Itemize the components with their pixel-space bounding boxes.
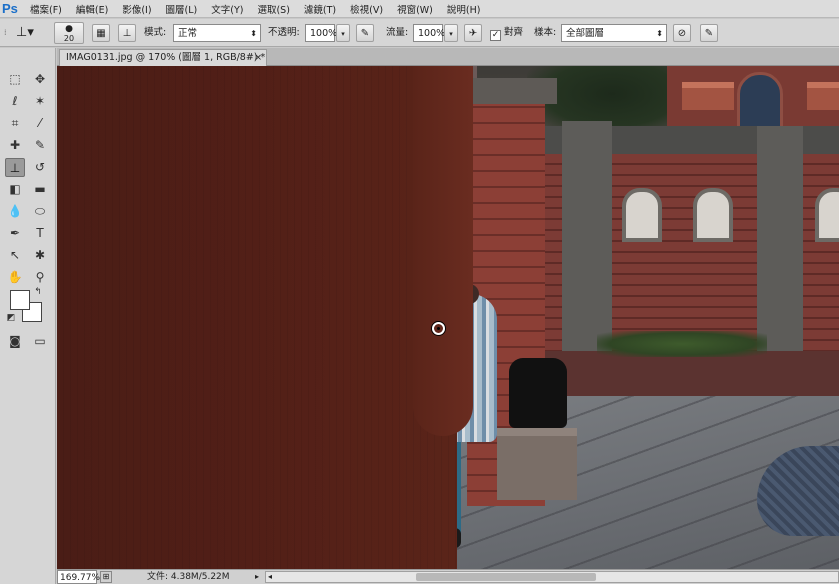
foreground-color-swatch[interactable] bbox=[10, 290, 30, 310]
flow-slider-arrow-icon[interactable]: ▾ bbox=[444, 24, 458, 42]
photo-bag bbox=[509, 358, 567, 428]
aligned-check-icon[interactable]: ✓ bbox=[490, 30, 501, 41]
menu-type[interactable]: 文字(Y) bbox=[211, 2, 243, 16]
dropdown-arrow-icon: ⬍ bbox=[250, 29, 257, 38]
photo-gate-pillar-cap bbox=[471, 78, 557, 104]
status-menu-arrow-icon[interactable]: ▸ bbox=[255, 570, 259, 584]
magic-wand-tool-icon[interactable]: ✶ bbox=[30, 92, 50, 111]
aligned-label: 對齊 bbox=[504, 27, 524, 38]
brush-size-value: 20 bbox=[63, 34, 75, 43]
clone-stamped-texture bbox=[57, 66, 457, 569]
tools-panel: ⬚ ✥ ℓ ✶ ⌗ ⁄ ✚ ✎ ⊥ ↺ ◧ ▬ 💧 ⬭ ✒ T ↖ ✱ ✋ ⚲ … bbox=[0, 48, 56, 584]
scrollbar-thumb[interactable] bbox=[416, 573, 596, 581]
healing-brush-tool-icon[interactable]: ✚ bbox=[5, 136, 25, 155]
document-tab-bar: IMAG0131.jpg @ 170% (圖層 1, RGB/8#) * × bbox=[57, 48, 839, 66]
default-colors-icon[interactable]: ◩ bbox=[5, 312, 17, 324]
photo-planter bbox=[497, 428, 577, 500]
shape-tool-icon[interactable]: ✱ bbox=[30, 246, 50, 265]
menu-bar: Ps 檔案(F) 編輯(E) 影像(I) 圖層(L) 文字(Y) 選取(S) 濾… bbox=[0, 0, 839, 18]
clone-brush-cursor-icon bbox=[432, 322, 445, 335]
mode-dropdown[interactable]: 正常 ⬍ bbox=[173, 24, 261, 42]
flow-label: 流量: bbox=[386, 27, 409, 38]
photo-building-window bbox=[737, 72, 783, 130]
sample-label: 樣本: bbox=[534, 27, 557, 38]
menu-edit[interactable]: 編輯(E) bbox=[76, 2, 108, 16]
screen-mode-icon[interactable]: ▭ bbox=[30, 332, 50, 351]
hand-tool-icon[interactable]: ✋ bbox=[5, 268, 25, 287]
brush-panel-toggle-icon[interactable]: ▦ bbox=[92, 24, 110, 42]
clone-stamped-edge bbox=[413, 66, 473, 436]
gradient-tool-icon[interactable]: ▬ bbox=[30, 180, 50, 199]
status-bar: 169.77% ⊞ 文件: 4.38M/5.22M ▸ ◂ bbox=[57, 569, 839, 584]
crop-tool-icon[interactable]: ⌗ bbox=[5, 114, 25, 133]
blur-tool-icon[interactable]: 💧 bbox=[5, 202, 25, 221]
clone-stamp-tool-icon[interactable]: ⊥ bbox=[5, 158, 25, 177]
mode-label: 模式: bbox=[144, 27, 167, 38]
menu-view[interactable]: 檢視(V) bbox=[350, 2, 383, 16]
move-tool-icon[interactable]: ✥ bbox=[30, 70, 50, 89]
menu-image[interactable]: 影像(I) bbox=[122, 2, 151, 16]
photo-chimney bbox=[682, 82, 734, 110]
path-selection-tool-icon[interactable]: ↖ bbox=[5, 246, 25, 265]
dropdown-arrow-icon: ⬍ bbox=[656, 29, 663, 38]
ignore-adjustment-layers-icon[interactable]: ⊘ bbox=[673, 24, 691, 42]
eraser-tool-icon[interactable]: ◧ bbox=[5, 180, 25, 199]
sample-value: 全部圖層 bbox=[566, 28, 605, 39]
dodge-tool-icon[interactable]: ⬭ bbox=[30, 202, 50, 221]
photoshop-window: Ps 檔案(F) 編輯(E) 影像(I) 圖層(L) 文字(Y) 選取(S) 濾… bbox=[0, 0, 839, 584]
brush-dot-icon: ● bbox=[65, 24, 73, 34]
sample-dropdown[interactable]: 全部圖層 ⬍ bbox=[561, 24, 667, 42]
aligned-checkbox[interactable]: ✓ 對齊 bbox=[490, 24, 523, 42]
opacity-label: 不透明: bbox=[268, 27, 300, 38]
image-canvas[interactable] bbox=[57, 66, 839, 569]
flow-input[interactable]: 100% bbox=[413, 24, 445, 42]
photo-arch-window bbox=[693, 188, 733, 242]
brush-size-picker[interactable]: ● 20 bbox=[54, 22, 84, 44]
lasso-tool-icon[interactable]: ℓ bbox=[5, 92, 25, 111]
opacity-slider-arrow-icon[interactable]: ▾ bbox=[336, 24, 350, 42]
pressure-size-icon[interactable]: ✎ bbox=[700, 24, 718, 42]
horizontal-scrollbar[interactable]: ◂ bbox=[265, 571, 839, 583]
zoom-level-input[interactable]: 169.77% bbox=[57, 570, 100, 584]
photo-chimney bbox=[807, 82, 839, 110]
menu-layer[interactable]: 圖層(L) bbox=[166, 2, 198, 16]
zoom-menu-icon[interactable]: ⊞ bbox=[100, 571, 112, 583]
menu-window[interactable]: 視窗(W) bbox=[397, 2, 433, 16]
menu-file[interactable]: 檔案(F) bbox=[30, 2, 62, 16]
clone-stamp-preset-icon[interactable]: ⊥▾ bbox=[16, 24, 46, 42]
pen-tool-icon[interactable]: ✒ bbox=[5, 224, 25, 243]
quick-mask-icon[interactable]: ◙ bbox=[5, 332, 25, 351]
swap-colors-icon[interactable]: ↰ bbox=[32, 286, 44, 298]
options-bar: ⁞ ⊥▾ ● 20 ▦ ⊥ 模式: 正常 ⬍ 不透明: 100% ▾ ✎ 流量: … bbox=[0, 19, 839, 47]
menu-help[interactable]: 說明(H) bbox=[447, 2, 481, 16]
document-tab-title: IMAG0131.jpg @ 170% (圖層 1, RGB/8#) * bbox=[66, 52, 266, 63]
clone-source-panel-icon[interactable]: ⊥ bbox=[118, 24, 136, 42]
menu-select[interactable]: 選取(S) bbox=[257, 2, 289, 16]
pressure-opacity-icon[interactable]: ✎ bbox=[356, 24, 374, 42]
photo-arch-window bbox=[815, 188, 839, 242]
menu-filter[interactable]: 濾鏡(T) bbox=[304, 2, 336, 16]
type-tool-icon[interactable]: T bbox=[30, 224, 50, 243]
eyedropper-tool-icon[interactable]: ⁄ bbox=[30, 114, 50, 133]
brush-tool-icon[interactable]: ✎ bbox=[30, 136, 50, 155]
mode-value: 正常 bbox=[178, 28, 198, 39]
photo-bushes bbox=[597, 331, 767, 357]
marquee-tool-icon[interactable]: ⬚ bbox=[5, 70, 25, 89]
close-icon[interactable]: × bbox=[254, 50, 262, 66]
opacity-input[interactable]: 100% bbox=[305, 24, 337, 42]
document-size-info: 文件: 4.38M/5.22M bbox=[147, 572, 230, 582]
zoom-tool-icon[interactable]: ⚲ bbox=[30, 268, 50, 287]
airbrush-icon[interactable]: ✈ bbox=[464, 24, 482, 42]
document-tab[interactable]: IMAG0131.jpg @ 170% (圖層 1, RGB/8#) * × bbox=[59, 49, 267, 66]
photoshop-logo[interactable]: Ps bbox=[2, 1, 24, 17]
scroll-left-icon[interactable]: ◂ bbox=[268, 570, 272, 584]
photo-arch-window bbox=[622, 188, 662, 242]
history-brush-tool-icon[interactable]: ↺ bbox=[30, 158, 50, 177]
